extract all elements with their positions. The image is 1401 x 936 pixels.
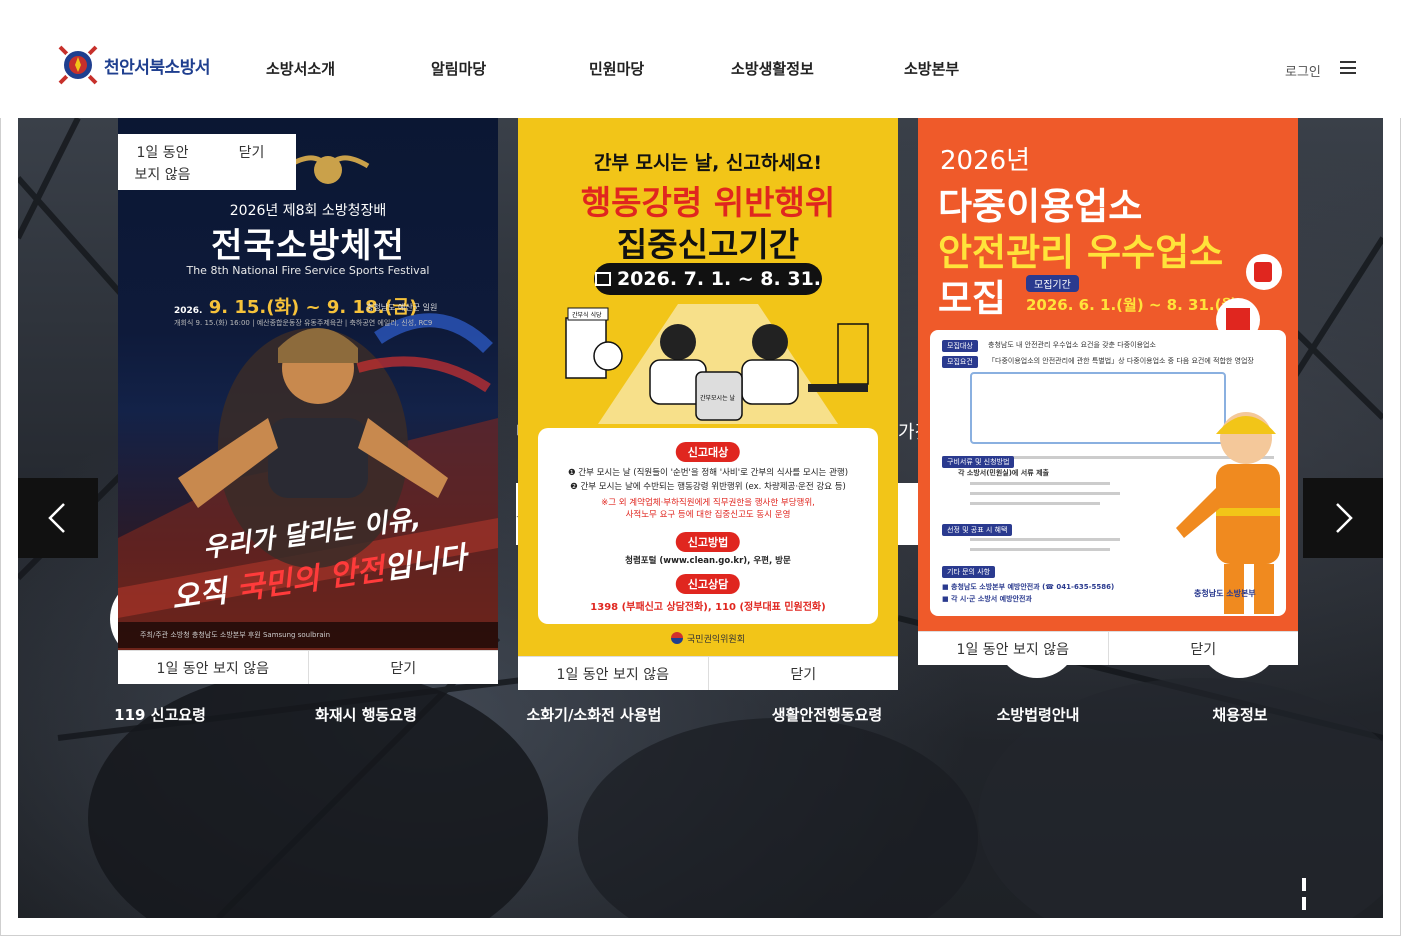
- popup1-footer: 1일 동안 보지 않음 닫기: [118, 650, 498, 684]
- quick-link-fire-law[interactable]: 소방법령안내: [997, 704, 1080, 725]
- poster3-section-target-text: 충청남도 내 안전관리 우수업소 요건을 갖춘 다중이용업소: [988, 341, 1156, 349]
- site-logo-text: 천안서북소방서: [104, 57, 210, 78]
- poster3-title-line3: 모집: [938, 277, 1007, 320]
- poster3-contact-1: ■ 충청남도 소방본부 예방안전과 (☎ 041-635-5586): [942, 583, 1115, 591]
- svg-text:간부모시는 날: 간부모시는 날: [700, 394, 736, 402]
- slider-pause-button[interactable]: [1302, 876, 1314, 910]
- nav-item-about[interactable]: 소방서소개: [266, 58, 335, 79]
- poster1-title: 전국소방체전: [211, 226, 405, 266]
- poster3-contact-2: ■ 각 시·군 소방서 예방안전과: [942, 595, 1032, 603]
- poster3-brand: 충청남도 소방본부: [1194, 589, 1256, 598]
- poster2-target-note: ※그 외 계약업체·부하직원에게 직무권한을 행사한 부당행위,: [601, 498, 815, 508]
- nav-item-notice[interactable]: 알림마당: [431, 58, 486, 79]
- poster2-consult: 1398 (부패신고 상담전화), 110 (정부대표 민원전화): [590, 602, 826, 613]
- poster2-illustration: 간부식 식당 간부모시는 날: [565, 304, 869, 424]
- fire-emblem-icon: [54, 41, 102, 89]
- nav-item-civil-service[interactable]: 민원마당: [589, 58, 644, 79]
- poster1-detail: 개회식 9. 15.(화) 16:00 | 예산종합운동장 유동주제육관 | 축…: [174, 319, 433, 327]
- firefighter-mascot-illustration: [1176, 412, 1280, 614]
- login-link[interactable]: 로그인: [1285, 61, 1321, 80]
- poster2-method: 청렴포털 (www.clean.go.kr), 우편, 방문: [625, 556, 791, 566]
- slider-next-button[interactable]: [1303, 478, 1383, 558]
- popup2-footer: 1일 동안 보지 않음 닫기: [518, 656, 898, 690]
- pause-icon: [1302, 878, 1306, 891]
- poster2-organization: 국민권익위원회: [518, 632, 898, 645]
- poster3-section-requirement: 모집요건: [942, 356, 978, 368]
- poster-sports-festival: 1일 동안 보지 않음 닫기 2026년 제8회 소방청장배 전국소방체전 Th…: [118, 118, 498, 650]
- poster2-target-note2: 사적노무 요구 등에 대한 집중신고도 동시 운영: [625, 510, 791, 520]
- quick-link-extinguisher[interactable]: 소화기/소화전 사용법: [527, 704, 662, 725]
- popup3-close-button[interactable]: 닫기: [1107, 632, 1299, 665]
- poster2-target-2: ❷ 간부 모시는 날에 수반되는 행동강령 위반행위 (ex. 차량제공·운전 …: [570, 482, 846, 492]
- poster2-title-line2: 집중신고기간: [616, 225, 800, 264]
- popup3-hide-today-button[interactable]: 1일 동안 보지 않음: [918, 632, 1108, 665]
- popup3-footer: 1일 동안 보지 않음 닫기: [918, 631, 1298, 665]
- site-header: 천안서북소방서 소방서소개 알림마당 민원마당 소방생활정보 소방본부 로그인: [0, 0, 1401, 118]
- poster3-section-documents: 구비서류 및 신청방법: [942, 456, 1015, 468]
- popup-code-of-conduct: 간부 모시는 날, 신고하세요! 행동강령 위반행위 집중신고기간 2026. …: [518, 118, 898, 690]
- poster1-edition: 2026년 제8회 소방청장배: [229, 203, 387, 219]
- poster3-section-requirement-text: 「다중이용업소의 안전관리에 관한 특별법」상 다중이용업소 중 다음 요건에 …: [988, 357, 1254, 365]
- slider-prev-button[interactable]: [18, 478, 98, 558]
- chevron-left-icon: [48, 503, 65, 533]
- nav-item-fire-hq[interactable]: 소방본부: [904, 58, 959, 79]
- calendar-icon: [594, 272, 611, 286]
- quick-link-recruitment[interactable]: 채용정보: [1212, 704, 1267, 725]
- quick-link-119-report[interactable]: 119 신고요령: [114, 704, 206, 725]
- poster3-section-benefits: 선정 및 공표 시 혜택: [942, 524, 1013, 536]
- site-logo[interactable]: 천안서북소방서: [54, 41, 210, 89]
- poster-code-of-conduct: 간부 모시는 날, 신고하세요! 행동강령 위반행위 집중신고기간 2026. …: [518, 118, 898, 656]
- popup2-close-button[interactable]: 닫기: [707, 657, 899, 690]
- poster2-info-card: 신고대상 ❶ 간부 모시는 날 (직원들이 '순번'을 정해 '사비'로 간부의…: [538, 428, 878, 624]
- popup-sports-festival: 1일 동안 보지 않음 닫기 2026년 제8회 소방청장배 전국소방체전 Th…: [118, 118, 498, 684]
- popup1-top-hide-today-button[interactable]: 1일 동안 보지 않음: [118, 134, 207, 190]
- popup1-top-close-button[interactable]: 닫기: [207, 134, 296, 190]
- poster3-section-contact: 기타 문의 사항: [942, 566, 996, 578]
- svg-text:간부식 식당: 간부식 식당: [572, 311, 602, 319]
- hamburger-menu-icon[interactable]: [1340, 61, 1356, 74]
- poster3-section-documents-text: 각 소방서(민원실)에 서류 제출: [958, 469, 1049, 477]
- poster2-target-1: ❶ 간부 모시는 날 (직원들이 '순번'을 정해 '사비'로 간부의 식사를 …: [567, 468, 849, 478]
- poster2-headline: 간부 모시는 날, 신고하세요!: [593, 152, 822, 174]
- korea-taegeuk-icon: [671, 632, 684, 644]
- popup2-hide-today-button[interactable]: 1일 동안 보지 않음: [518, 657, 708, 690]
- quick-link-life-safety[interactable]: 생활안전행동요령: [772, 704, 882, 725]
- poster1-location: 충청남도 예산군 일원: [366, 303, 438, 312]
- quick-link-fire-response[interactable]: 화재시 행동요령: [315, 704, 417, 725]
- poster2-date: 2026. 7. 1. ~ 8. 31.: [594, 263, 822, 295]
- nav-item-life-info[interactable]: 소방생활정보: [731, 58, 814, 79]
- chevron-right-icon: [1336, 503, 1353, 533]
- poster2-consult-pill: 신고상담: [675, 574, 741, 594]
- popup1-close-button[interactable]: 닫기: [307, 651, 499, 684]
- poster1-english-title: The 8th National Fire Service Sports Fes…: [186, 264, 430, 277]
- popup1-top-controls: 1일 동안 보지 않음 닫기: [118, 134, 296, 190]
- poster2-title-line1: 행동강령 위반행위: [580, 183, 836, 222]
- poster3-period-pill: 모집기간: [1026, 275, 1079, 292]
- poster1-sponsors: 주최/주관 소방청 충청남도 소방본부 후원 Samsung soulbrain: [118, 622, 498, 648]
- popup1-hide-today-button[interactable]: 1일 동안 보지 않음: [118, 651, 308, 684]
- popup-safety-business: 2026년 다중이용업소 안전관리 우수업소 모집 모집기간 2026. 6. …: [918, 118, 1298, 665]
- poster3-year: 2026년: [940, 146, 1031, 176]
- poster-safety-business: 2026년 다중이용업소 안전관리 우수업소 모집 모집기간 2026. 6. …: [918, 118, 1298, 631]
- poster2-method-pill: 신고방법: [675, 532, 741, 552]
- poster2-target-pill: 신고대상: [675, 442, 741, 462]
- poster3-section-target: 모집대상: [942, 340, 978, 352]
